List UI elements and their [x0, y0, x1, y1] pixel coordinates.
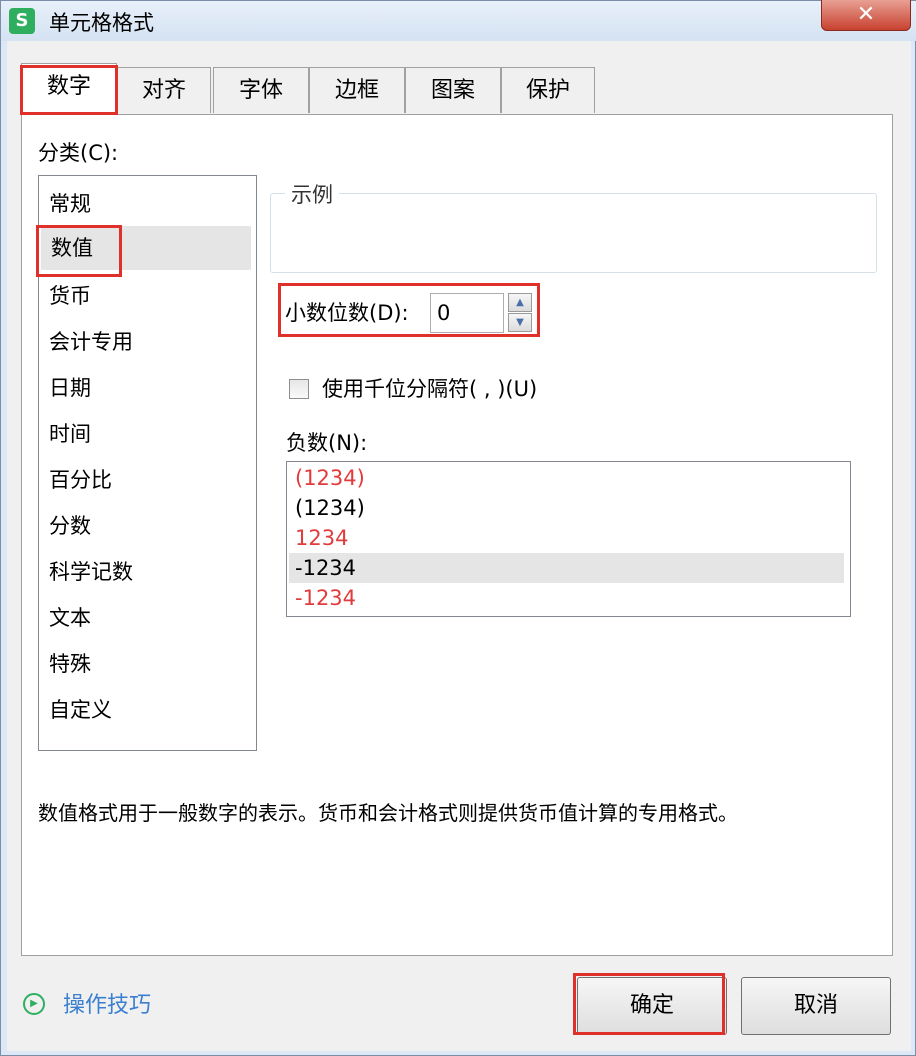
- cancel-button[interactable]: 取消: [741, 977, 891, 1035]
- number-tab-panel: 分类(C): 常规 数值 货币 会计专用 日期 时间 百分比 分数 科学记数 文…: [21, 114, 893, 956]
- category-item-accounting[interactable]: 会计专用: [39, 320, 256, 364]
- category-item-special[interactable]: 特殊: [39, 642, 256, 686]
- category-item-percentage[interactable]: 百分比: [39, 458, 256, 502]
- tab-number-highlight: [20, 65, 118, 115]
- tab-font[interactable]: 字体: [213, 67, 309, 113]
- decimal-places-highlight: [278, 283, 540, 337]
- ok-button-highlight: [573, 973, 725, 1035]
- close-icon: ✕: [856, 2, 876, 27]
- sample-label: 示例: [285, 179, 339, 209]
- negative-numbers-list[interactable]: (1234) (1234) 1234 -1234 -1234: [286, 461, 851, 617]
- sample-groupbox: [270, 193, 877, 273]
- window-title: 单元格格式: [49, 11, 154, 35]
- title-bar[interactable]: S 单元格格式 ✕: [1, 0, 916, 41]
- tips-label[interactable]: 操作技巧: [63, 987, 151, 1019]
- category-number-highlight: [36, 225, 122, 277]
- tab-pattern[interactable]: 图案: [405, 67, 501, 113]
- close-button[interactable]: ✕: [821, 0, 911, 31]
- tab-border[interactable]: 边框: [309, 67, 405, 113]
- category-item-currency[interactable]: 货币: [39, 274, 256, 318]
- play-icon: ▶: [23, 993, 45, 1015]
- negative-item-paren-red[interactable]: (1234): [289, 463, 844, 493]
- category-item-fraction[interactable]: 分数: [39, 504, 256, 548]
- category-item-time[interactable]: 时间: [39, 412, 256, 456]
- category-item-scientific[interactable]: 科学记数: [39, 550, 256, 594]
- negative-item-minus-black[interactable]: -1234: [289, 553, 844, 583]
- tab-protection[interactable]: 保护: [501, 67, 595, 113]
- thousands-separator-checkbox[interactable]: [289, 379, 309, 399]
- negative-item-red[interactable]: 1234: [289, 523, 844, 553]
- category-label: 分类(C):: [38, 141, 119, 165]
- format-cells-window: S 单元格格式 ✕ 数字 对齐 字体 边框 图案 保护 分类(C): 常规 数值…: [0, 0, 916, 1056]
- category-item-text[interactable]: 文本: [39, 596, 256, 640]
- wps-app-icon: S: [9, 8, 35, 34]
- dialog-body: 数字 对齐 字体 边框 图案 保护 分类(C): 常规 数值 货币 会计专用 日…: [7, 41, 911, 1051]
- category-item-custom[interactable]: 自定义: [39, 688, 256, 732]
- tab-alignment[interactable]: 对齐: [117, 67, 211, 113]
- category-item-date[interactable]: 日期: [39, 366, 256, 410]
- negative-item-minus-red[interactable]: -1234: [289, 583, 844, 613]
- category-item-general[interactable]: 常规: [39, 182, 256, 226]
- negative-numbers-label: 负数(N):: [286, 431, 368, 455]
- thousands-separator-label[interactable]: 使用千位分隔符( , )(U): [322, 373, 537, 403]
- negative-item-paren-black[interactable]: (1234): [289, 493, 844, 523]
- format-description: 数值格式用于一般数字的表示。货币和会计格式则提供货币值计算的专用格式。: [38, 801, 738, 825]
